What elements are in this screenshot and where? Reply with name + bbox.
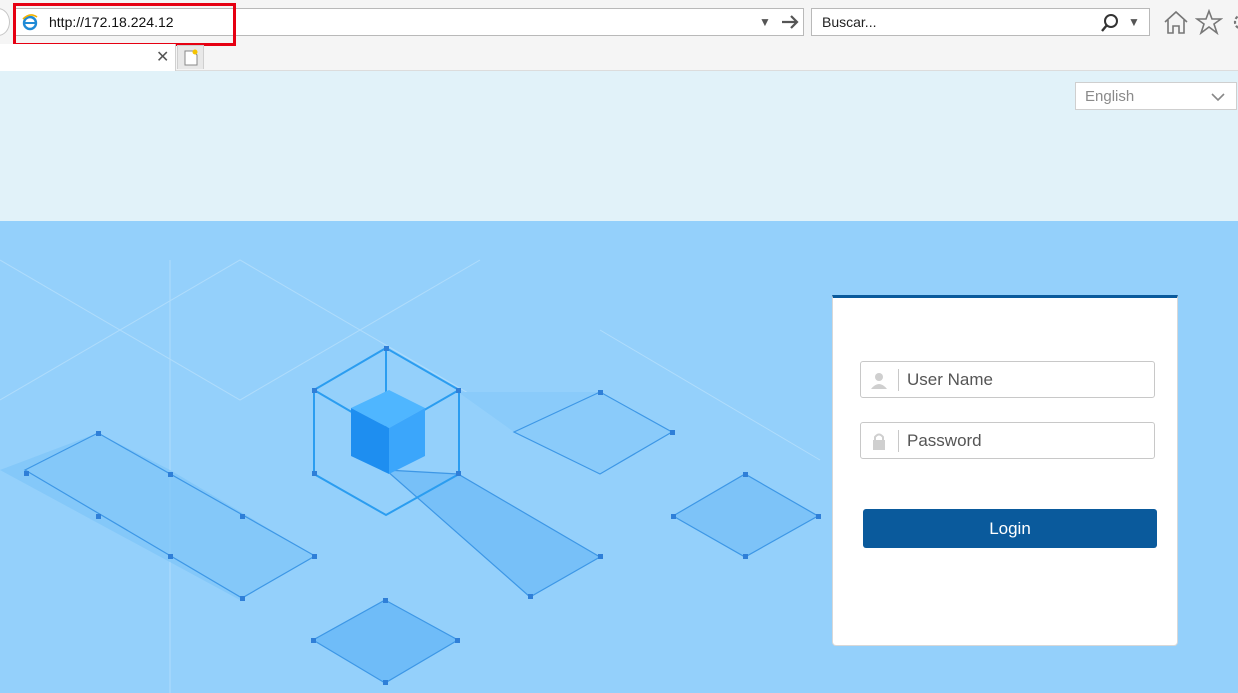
favorites-star-icon[interactable] — [1195, 9, 1223, 35]
search-input[interactable]: Buscar... — [822, 14, 876, 30]
browser-toolbar: http://172.18.224.12 ▼ Buscar... ▼ ✕ — [0, 0, 1238, 71]
back-button[interactable] — [0, 8, 10, 36]
go-arrow-icon[interactable] — [779, 12, 801, 32]
gear-icon[interactable] — [1228, 9, 1238, 35]
url-highlight-box — [13, 3, 236, 46]
page-header — [0, 71, 1238, 221]
address-dropdown-icon[interactable]: ▼ — [759, 15, 771, 29]
user-icon — [871, 373, 887, 389]
language-selected-value: English — [1085, 88, 1135, 105]
password-input[interactable] — [907, 427, 1147, 455]
search-dropdown-icon[interactable]: ▼ — [1128, 15, 1140, 29]
tab-close-icon[interactable]: ✕ — [156, 47, 169, 67]
new-tab-icon — [184, 49, 198, 66]
password-field[interactable] — [860, 422, 1155, 459]
new-tab-button[interactable] — [177, 45, 204, 69]
field-separator — [898, 430, 899, 452]
lock-icon — [873, 433, 885, 450]
login-panel: Login — [832, 295, 1178, 646]
search-icon[interactable] — [1100, 13, 1120, 33]
browser-tab[interactable]: ✕ — [0, 44, 176, 71]
language-select[interactable]: English — [1075, 82, 1237, 110]
field-separator — [898, 369, 899, 391]
home-icon[interactable] — [1162, 9, 1190, 35]
chevron-down-icon — [1211, 93, 1225, 102]
username-input[interactable] — [907, 366, 1147, 394]
search-box[interactable]: Buscar... ▼ — [811, 8, 1150, 36]
login-button[interactable]: Login — [863, 509, 1157, 548]
username-field[interactable] — [860, 361, 1155, 398]
